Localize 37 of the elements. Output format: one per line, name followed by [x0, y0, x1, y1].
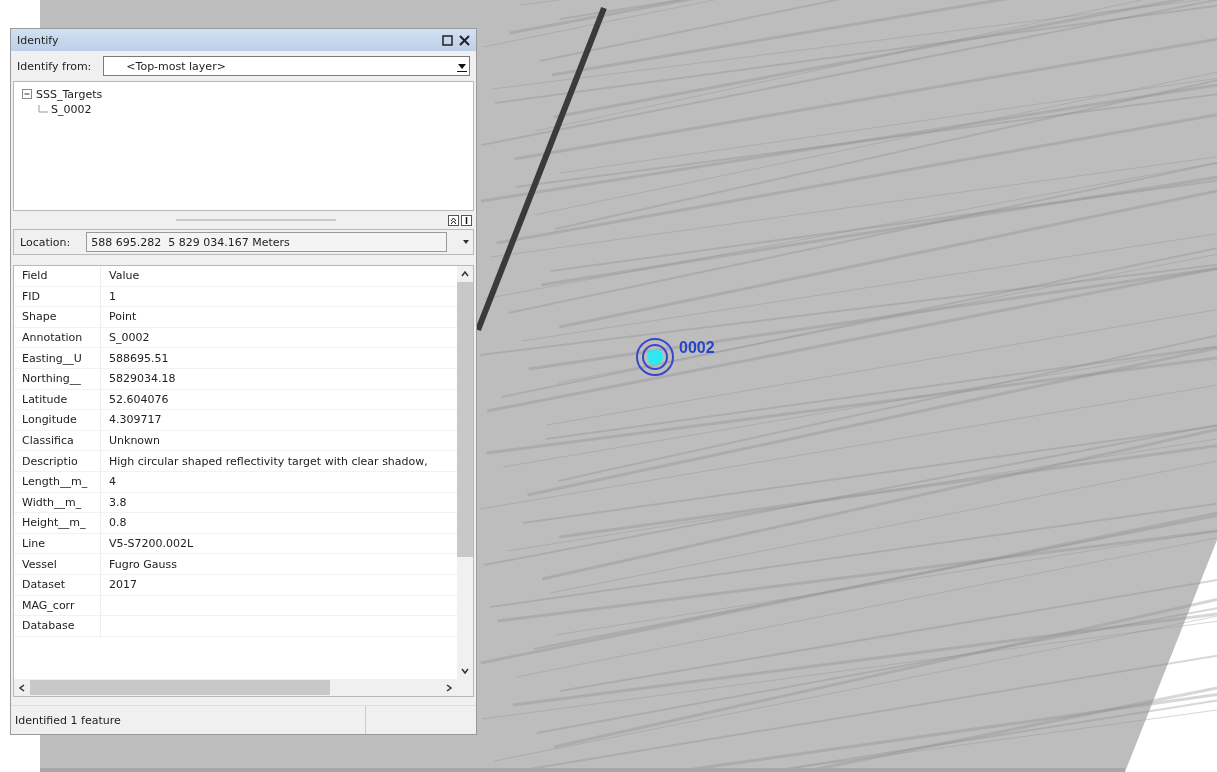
location-label: Location:	[20, 235, 71, 249]
field-name-cell-text: Width__m_	[21, 495, 83, 509]
tree-connector-icon	[38, 104, 48, 115]
field-name-cell-text: Easting__U	[21, 351, 83, 365]
layer-dropdown[interactable]: <Top-most layer>	[103, 56, 470, 76]
field-name-cell-text: Dataset	[21, 578, 67, 592]
collapse-icon[interactable]	[22, 89, 33, 100]
dropdown-arrow-icon[interactable]	[463, 239, 469, 245]
scrollbar-thumb[interactable]	[457, 282, 473, 557]
splitter-up-icon[interactable]	[448, 214, 459, 226]
field-name-cell-text: Classifica	[21, 434, 75, 448]
tree-item[interactable]: S_0002	[51, 103, 92, 116]
tree-item[interactable]: SSS_Targets	[36, 88, 103, 101]
identify-from-label: Identify from:	[17, 59, 92, 73]
field-name-cell-text: Length__m_	[21, 475, 89, 489]
location-field[interactable]: 588 695.282 5 829 034.167 Meters	[86, 232, 447, 252]
column-header: Field	[21, 269, 49, 283]
field-name-cell-text: Database	[21, 619, 76, 633]
close-icon[interactable]	[459, 34, 470, 46]
field-name-cell-text: Longitude	[21, 413, 78, 427]
field-name-cell-text: Vessel	[21, 557, 58, 571]
window-title: Identify	[17, 33, 60, 47]
field-name-cell-text: Shape	[21, 310, 58, 324]
field-name-cell-text: Height__m_	[21, 516, 87, 530]
target-label: 0002	[679, 339, 715, 357]
scrollbar-thumb[interactable]	[30, 680, 330, 695]
field-name-cell-text: Latitude	[21, 392, 69, 406]
field-name-cell-text: MAG_corr	[21, 598, 76, 612]
status-text: Identified 1 feature	[15, 713, 122, 727]
field-name-cell-text: Line	[21, 537, 46, 550]
field-name-cell-text: Descriptio	[21, 454, 79, 468]
field-name-cell-text: FID	[21, 289, 42, 303]
field-name-cell-text: Annotation	[21, 331, 84, 345]
field-name-cell-text: Northing__	[21, 372, 82, 386]
target-marker-icon[interactable]	[634, 336, 676, 378]
splitter-icon[interactable]	[461, 214, 472, 226]
maximize-icon[interactable]	[442, 34, 453, 46]
